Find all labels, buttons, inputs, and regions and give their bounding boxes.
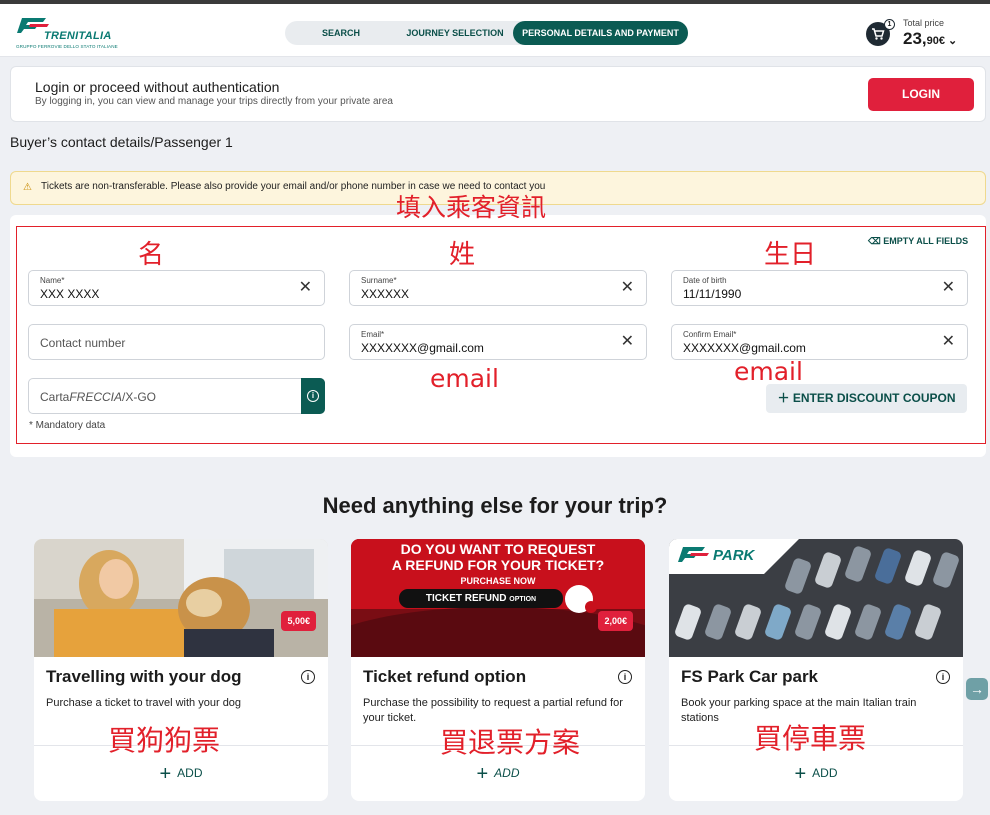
loyalty-card-field[interactable]: CartaFRECCIA/X-GO i (28, 378, 325, 414)
add-label: ADD (177, 766, 203, 780)
annotation-email-1: email (430, 364, 499, 393)
dog-price-badge: 5,00€ (281, 611, 316, 631)
empty-all-label: EMPTY ALL FIELDS (883, 236, 969, 246)
mandatory-note: * Mandatory data (29, 420, 106, 431)
trenitalia-logo[interactable]: TRENITALIA GRUPPO FERROVIE DELLO STATO I… (14, 16, 124, 52)
info-icon[interactable]: i (618, 670, 632, 684)
refund-banner-line-4: TICKET REFUND OPTION (399, 593, 563, 604)
cart-icon (872, 28, 885, 40)
add-refund-button[interactable]: + ADD (351, 763, 645, 786)
checkout-stepper: SEARCH JOURNEY SELECTION PERSONAL DETAIL… (285, 21, 688, 45)
confirm-email-value: XXXXXXX@gmail.com (683, 341, 806, 355)
add-parking-button[interactable]: + ADD (669, 763, 963, 786)
next-arrow-icon[interactable]: → (966, 678, 988, 700)
surname-label: Surname* (361, 276, 397, 285)
plus-icon: ＋ (777, 391, 790, 405)
section-title: Buyer’s contact details/Passenger 1 (10, 134, 233, 150)
confirm-email-field[interactable]: Confirm Email* XXXXXXX@gmail.com ✕ (671, 324, 968, 360)
annotation-dog: 買狗狗票 (108, 724, 221, 757)
email-value: XXXXXXX@gmail.com (361, 341, 484, 355)
total-price-main: 23, (903, 29, 927, 48)
clear-name-icon[interactable]: ✕ (299, 280, 312, 296)
warning-icon: ⚠ (23, 182, 32, 193)
step-search[interactable]: SEARCH (285, 21, 397, 45)
annotation-surname: 姓 (449, 240, 476, 270)
name-value: XXX XXXX (40, 287, 100, 301)
contact-number-placeholder: Contact number (40, 336, 126, 350)
refund-banner-tag: TICKET REFUND (425, 593, 507, 604)
carta-suffix: /X-GO (122, 390, 157, 404)
extras-title: Need anything else for your trip? (322, 493, 668, 518)
refund-service-title: Ticket refund option (363, 667, 527, 686)
annotation-fill-info: 填入乘客資訊 (396, 193, 547, 222)
plus-icon: + (476, 763, 489, 785)
eraser-icon: ⌫ (868, 236, 881, 246)
annotation-parking: 買停車票 (754, 722, 867, 755)
total-price-value[interactable]: 23,90€ ⌄ (903, 29, 957, 49)
add-label: ADD (494, 766, 520, 780)
service-card-parking[interactable]: PARK FS Park Car park i Book your parkin… (669, 539, 963, 801)
annotation-email-2: email (734, 357, 803, 386)
login-button[interactable]: LOGIN (868, 78, 974, 111)
dob-label: Date of birth (683, 276, 727, 285)
email-label: Email* (361, 330, 385, 339)
carta-prefix: Carta (40, 390, 70, 404)
step-journey-selection[interactable]: JOURNEY SELECTION (397, 21, 513, 45)
logo-name: TRENITALIA (44, 30, 112, 42)
refund-banner-line-3: PURCHASE NOW (460, 576, 536, 586)
service-card-refund[interactable]: DO YOU WANT TO REQUEST A REFUND FOR YOUR… (351, 539, 645, 801)
parking-service-title: FS Park Car park (681, 667, 819, 686)
dog-photo (34, 539, 328, 657)
name-label: Name* (40, 276, 65, 285)
refund-banner-line-1: DO YOU WANT TO REQUEST (400, 541, 596, 557)
total-price-cents: 90€ (926, 35, 945, 47)
cart-count-badge: 1 (884, 19, 895, 30)
park-brand: PARK (713, 547, 755, 564)
login-card: Login or proceed without authentication … (10, 66, 986, 122)
carta-italic: FRECCIA (69, 390, 123, 404)
dog-service-title: Travelling with your dog (46, 667, 242, 686)
empty-all-fields-button[interactable]: ⌫ EMPTY ALL FIELDS (868, 236, 968, 247)
discount-coupon-button[interactable]: ＋ ENTER DISCOUNT COUPON (766, 384, 967, 413)
chevron-down-icon: ⌄ (945, 35, 958, 47)
login-title: Login or proceed without authentication (35, 79, 280, 95)
clear-email-icon[interactable]: ✕ (621, 334, 634, 350)
annotation-first-name: 名 (138, 240, 165, 270)
total-price-label: Total price (903, 18, 945, 28)
logo-subtitle: GRUPPO FERROVIE DELLO STATO ITALIANE (16, 44, 118, 49)
loyalty-card-placeholder: CartaFRECCIA/X-GO (40, 390, 156, 404)
clear-surname-icon[interactable]: ✕ (621, 280, 634, 296)
clear-confirm-email-icon[interactable]: ✕ (942, 334, 955, 350)
info-icon: i (307, 390, 319, 402)
add-label: ADD (812, 766, 838, 780)
dog-service-desc: Purchase a ticket to travel with your do… (46, 697, 242, 709)
annotation-refund: 買退票方案 (440, 726, 581, 759)
surname-value: XXXXXX (361, 287, 410, 301)
info-icon[interactable]: i (301, 670, 315, 684)
email-field[interactable]: Email* XXXXXXX@gmail.com ✕ (349, 324, 647, 360)
service-card-dog[interactable]: 5,00€ Travelling with your dog i Purchas… (34, 539, 328, 801)
refund-banner-option: OPTION (509, 596, 537, 603)
name-field[interactable]: Name* XXX XXXX ✕ (28, 270, 325, 306)
date-of-birth-field[interactable]: Date of birth 11/11/1990 ✕ (671, 270, 968, 306)
dob-value: 11/11/1990 (683, 287, 742, 301)
plus-icon: + (794, 763, 807, 785)
info-icon[interactable]: i (936, 670, 950, 684)
refund-banner-line-2: A REFUND FOR YOUR TICKET? (391, 557, 605, 573)
contact-number-field[interactable]: Contact number (28, 324, 325, 360)
clear-dob-icon[interactable]: ✕ (942, 280, 955, 296)
header: TRENITALIA GRUPPO FERROVIE DELLO STATO I… (0, 4, 990, 57)
login-subtitle: By logging in, you can view and manage y… (35, 96, 393, 107)
plus-icon: + (159, 763, 172, 785)
confirm-email-label: Confirm Email* (683, 330, 737, 339)
loyalty-info-button[interactable]: i (301, 378, 325, 414)
surname-field[interactable]: Surname* XXXXXX ✕ (349, 270, 647, 306)
add-dog-button[interactable]: + ADD (34, 763, 328, 786)
coupon-label: ENTER DISCOUNT COUPON (792, 391, 956, 405)
refund-price-badge: 2,00€ (598, 611, 633, 631)
annotation-birthday: 生日 (764, 240, 817, 270)
step-personal-details[interactable]: PERSONAL DETAILS AND PAYMENT (513, 21, 688, 45)
